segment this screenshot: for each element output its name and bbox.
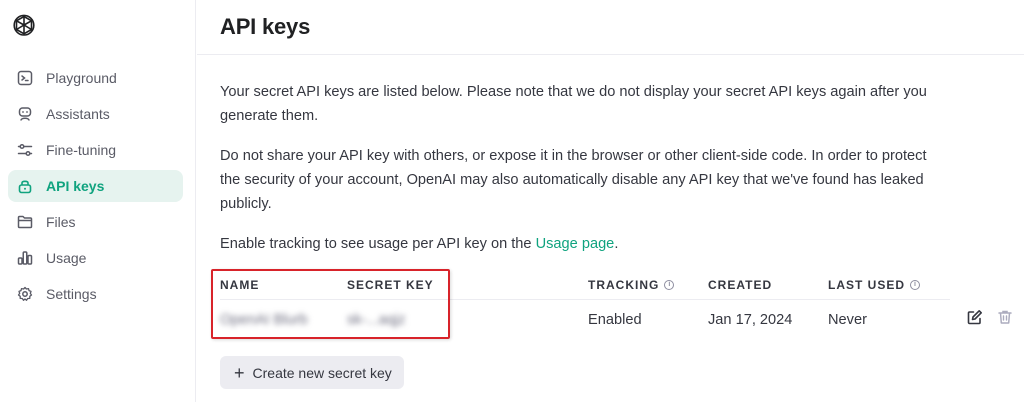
sidebar-item-files[interactable]: Files	[8, 206, 183, 238]
sidebar-item-label: Assistants	[46, 106, 110, 122]
edit-key-button[interactable]	[966, 309, 984, 330]
sidebar: Playground Assistants Fine-tuning API ke…	[0, 0, 196, 402]
sidebar-item-label: Settings	[46, 286, 97, 302]
last-used-cell: Never	[828, 312, 867, 328]
sidebar-item-label: Fine-tuning	[46, 142, 117, 158]
sidebar-item-assistants[interactable]: Assistants	[8, 98, 183, 130]
column-header-label: TRACKING	[588, 278, 660, 292]
column-header-label: NAME	[220, 278, 260, 292]
sidebar-item-settings[interactable]: Settings	[8, 278, 183, 310]
delete-key-button[interactable]	[996, 310, 1014, 328]
intro-paragraph-2: Do not share your API key with others, o…	[220, 148, 927, 212]
sidebar-item-fine-tuning[interactable]: Fine-tuning	[8, 134, 183, 166]
tracking-cell: Enabled	[588, 312, 642, 328]
robot-icon	[16, 105, 34, 123]
create-new-secret-key-button[interactable]: + Create new secret key	[220, 356, 404, 389]
gear-icon	[16, 285, 34, 303]
page-header: API keys	[197, 0, 1024, 55]
sliders-icon	[16, 141, 34, 159]
sidebar-item-label: API keys	[46, 178, 105, 194]
sidebar-item-label: Playground	[46, 70, 117, 86]
folder-icon	[16, 213, 34, 231]
column-header-label: SECRET KEY	[347, 278, 434, 292]
column-header-tracking: TRACKING i	[588, 278, 675, 292]
column-header-name: NAME	[220, 278, 259, 292]
column-header-label: CREATED	[708, 278, 773, 292]
terminal-icon	[16, 69, 34, 87]
lock-icon	[16, 177, 34, 195]
header-divider	[220, 299, 950, 300]
tracking-text-end: .	[614, 236, 619, 252]
column-header-created: CREATED	[708, 278, 772, 292]
info-icon[interactable]: i	[664, 280, 675, 290]
created-cell: Jan 17, 2024	[708, 312, 793, 328]
page-title: API keys	[220, 14, 311, 39]
column-header-label: LAST USED	[828, 278, 906, 292]
column-header-last-used: LAST USED i	[828, 278, 921, 292]
info-icon[interactable]: i	[910, 280, 921, 290]
bar-chart-icon	[16, 249, 34, 267]
intro-paragraph-1: Your secret API keys are listed below. P…	[220, 84, 927, 124]
key-name-cell: OpenAI Blurb	[220, 312, 308, 328]
sidebar-nav: Playground Assistants Fine-tuning API ke…	[8, 62, 183, 314]
tracking-text: Enable tracking to see usage per API key…	[220, 236, 536, 252]
intro-paragraph-3: Enable tracking to see usage per API key…	[220, 232, 950, 256]
pencil-icon	[967, 309, 983, 330]
trash-icon	[997, 309, 1013, 330]
secret-key-cell: sk-...aqjz	[347, 312, 406, 328]
plus-icon: +	[234, 362, 245, 383]
column-header-secret-key: SECRET KEY	[347, 278, 434, 292]
sidebar-item-api-keys[interactable]: API keys	[8, 170, 183, 202]
sidebar-item-label: Files	[46, 214, 76, 230]
usage-page-link[interactable]: Usage page	[536, 236, 615, 252]
sidebar-item-playground[interactable]: Playground	[8, 62, 183, 94]
create-button-label: Create new secret key	[252, 364, 392, 381]
openai-logo-icon[interactable]	[11, 13, 37, 39]
sidebar-item-usage[interactable]: Usage	[8, 242, 183, 274]
sidebar-item-label: Usage	[46, 250, 87, 266]
